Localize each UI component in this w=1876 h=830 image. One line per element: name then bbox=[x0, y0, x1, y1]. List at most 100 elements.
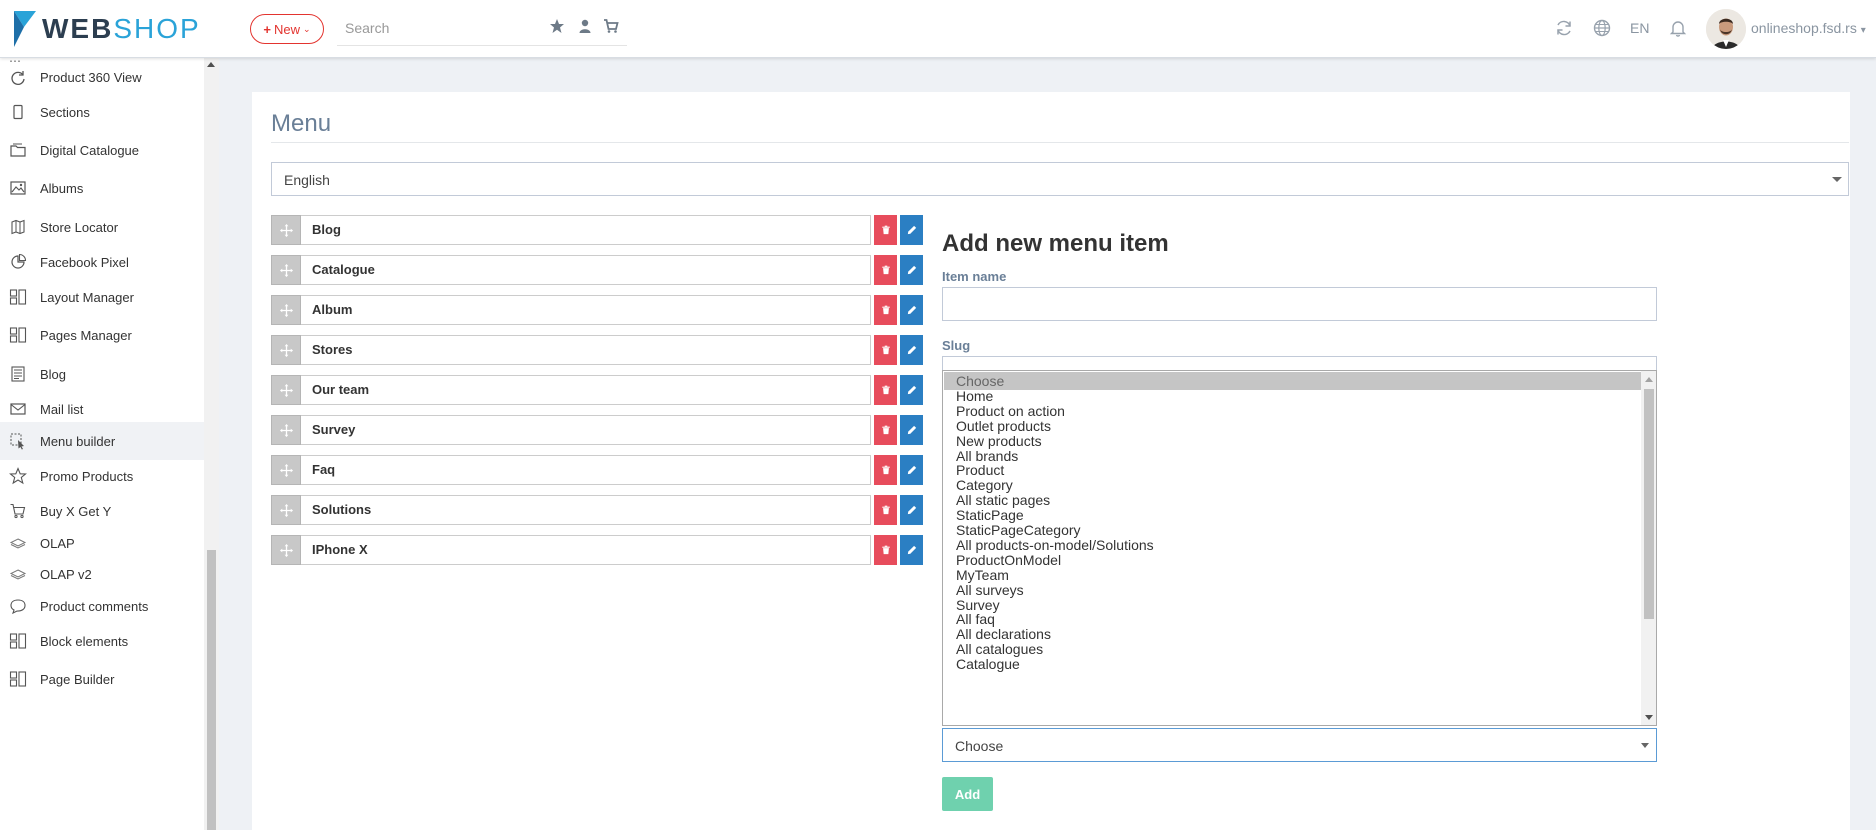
drag-handle-icon[interactable] bbox=[271, 455, 301, 485]
rotate-icon bbox=[11, 71, 25, 85]
globe-icon[interactable] bbox=[1592, 18, 1612, 38]
delete-button[interactable] bbox=[874, 375, 897, 405]
sidebar-item-facebook-pixel[interactable]: Facebook Pixel bbox=[0, 243, 204, 281]
sidebar-item-albums[interactable]: Albums bbox=[0, 169, 204, 207]
chevron-down-icon: ⌄ bbox=[303, 23, 311, 34]
add-button[interactable]: Add bbox=[942, 777, 993, 811]
delete-button[interactable] bbox=[874, 415, 897, 445]
layers-icon bbox=[9, 569, 27, 580]
edit-button[interactable] bbox=[900, 295, 923, 325]
drag-handle-icon[interactable] bbox=[271, 415, 301, 445]
webshop-logo[interactable]: WEBSHOP bbox=[12, 8, 201, 50]
menu-item-row: IPhone X bbox=[271, 535, 923, 565]
drag-handle-icon[interactable] bbox=[271, 215, 301, 245]
slug-dropdown-list[interactable]: Choose Home Product on action Outlet produc… bbox=[942, 370, 1657, 726]
delete-button[interactable] bbox=[874, 255, 897, 285]
sidebar-item-pages-manager[interactable]: Pages Manager bbox=[0, 316, 204, 354]
pencil-icon bbox=[907, 385, 916, 395]
trash-icon bbox=[881, 345, 890, 355]
sidebar-item-label: Albums bbox=[40, 180, 84, 196]
trash-icon bbox=[881, 225, 890, 235]
sidebar: ⋯ Product 360 View Sections Digital Catalo… bbox=[0, 58, 204, 830]
item-name-input[interactable] bbox=[942, 287, 1657, 321]
trash-icon bbox=[881, 425, 890, 435]
search-input[interactable] bbox=[345, 20, 535, 36]
page-title: Menu bbox=[271, 110, 332, 137]
sidebar-item-sections[interactable]: Sections bbox=[0, 93, 204, 131]
cart-icon bbox=[10, 503, 26, 519]
pencil-icon bbox=[907, 505, 916, 515]
sidebar-item-label: Product 360 View bbox=[40, 69, 142, 85]
slug-field-top bbox=[942, 356, 1657, 370]
tablet-icon bbox=[13, 104, 23, 120]
delete-button[interactable] bbox=[874, 295, 897, 325]
menu-item-row: Survey bbox=[271, 415, 923, 445]
drag-handle-icon[interactable] bbox=[271, 535, 301, 565]
sidebar-scroll-thumb[interactable] bbox=[207, 550, 216, 830]
menu-item-name: Survey bbox=[301, 415, 871, 445]
edit-button[interactable] bbox=[900, 215, 923, 245]
top-header: WEBSHOP + New ⌄ EN onlineshop.fsd.rs ▾ bbox=[0, 0, 1876, 58]
dropdown-option[interactable]: Catalogue bbox=[944, 655, 1641, 673]
trash-icon bbox=[881, 385, 890, 395]
sidebar-item-page-builder[interactable]: Page Builder bbox=[0, 660, 204, 698]
avatar[interactable] bbox=[1706, 9, 1746, 49]
folder-icon bbox=[10, 143, 26, 157]
sidebar-item-label: Buy X Get Y bbox=[40, 503, 112, 519]
edit-button[interactable] bbox=[900, 255, 923, 285]
cursor-icon bbox=[10, 433, 24, 450]
drag-handle-icon[interactable] bbox=[271, 375, 301, 405]
slug-select[interactable]: Choose bbox=[942, 728, 1657, 762]
scroll-down-arrow-icon[interactable] bbox=[1645, 715, 1653, 720]
delete-button[interactable] bbox=[874, 335, 897, 365]
pencil-icon bbox=[907, 265, 916, 275]
user-icon[interactable] bbox=[577, 18, 593, 34]
language-select[interactable]: English bbox=[271, 162, 1849, 196]
new-button[interactable]: + New ⌄ bbox=[250, 14, 324, 44]
sidebar-scrollbar[interactable] bbox=[204, 58, 219, 830]
sidebar-item-block-elements[interactable]: Block elements bbox=[0, 622, 204, 660]
edit-button[interactable] bbox=[900, 495, 923, 525]
drag-handle-icon[interactable] bbox=[271, 335, 301, 365]
newspaper-icon bbox=[11, 366, 25, 382]
star-icon[interactable] bbox=[549, 18, 565, 34]
refresh-icon[interactable] bbox=[1554, 18, 1574, 38]
sidebar-item-label: Store Locator bbox=[40, 219, 119, 235]
sidebar-item-label: Sections bbox=[40, 104, 90, 120]
menu-item-row: Blog bbox=[271, 215, 923, 245]
sidebar-item-product-360-view[interactable]: Product 360 View bbox=[0, 58, 204, 96]
sidebar-item-blog[interactable]: Blog bbox=[0, 355, 204, 393]
scroll-up-arrow-icon[interactable] bbox=[207, 62, 215, 67]
sidebar-item-label: Product comments bbox=[40, 598, 149, 614]
drag-handle-icon[interactable] bbox=[271, 295, 301, 325]
sidebar-item-menu-builder[interactable]: Menu builder bbox=[0, 422, 204, 460]
delete-button[interactable] bbox=[874, 215, 897, 245]
sidebar-item-digital-catalogue[interactable]: Digital Catalogue bbox=[0, 131, 204, 169]
sidebar-item-layout-manager[interactable]: Layout Manager bbox=[0, 278, 204, 316]
account-menu[interactable]: onlineshop.fsd.rs ▾ bbox=[1751, 20, 1866, 36]
sidebar-item-product-comments[interactable]: Product comments bbox=[0, 587, 204, 625]
edit-button[interactable] bbox=[900, 535, 923, 565]
edit-button[interactable] bbox=[900, 375, 923, 405]
drag-handle-icon[interactable] bbox=[271, 255, 301, 285]
edit-button[interactable] bbox=[900, 415, 923, 445]
drag-handle-icon[interactable] bbox=[271, 495, 301, 525]
pencil-icon bbox=[907, 465, 916, 475]
envelope-icon bbox=[10, 403, 26, 415]
cart-icon[interactable] bbox=[603, 18, 619, 34]
bell-icon[interactable] bbox=[1668, 18, 1688, 38]
user-avatar-icon bbox=[1706, 9, 1746, 49]
edit-button[interactable] bbox=[900, 335, 923, 365]
dropdown-scroll-thumb[interactable] bbox=[1644, 389, 1654, 619]
layout-icon bbox=[9, 327, 27, 343]
language-switcher[interactable]: EN bbox=[1630, 20, 1649, 36]
delete-button[interactable] bbox=[874, 455, 897, 485]
delete-button[interactable] bbox=[874, 495, 897, 525]
scroll-up-arrow-icon[interactable] bbox=[1645, 377, 1653, 382]
item-name-label: Item name bbox=[942, 269, 1007, 284]
dropdown-scrollbar[interactable] bbox=[1641, 371, 1656, 725]
edit-button[interactable] bbox=[900, 455, 923, 485]
delete-button[interactable] bbox=[874, 535, 897, 565]
sidebar-item-promo-products[interactable]: Promo Products bbox=[0, 457, 204, 495]
sidebar-item-store-locator[interactable]: Store Locator bbox=[0, 208, 204, 246]
